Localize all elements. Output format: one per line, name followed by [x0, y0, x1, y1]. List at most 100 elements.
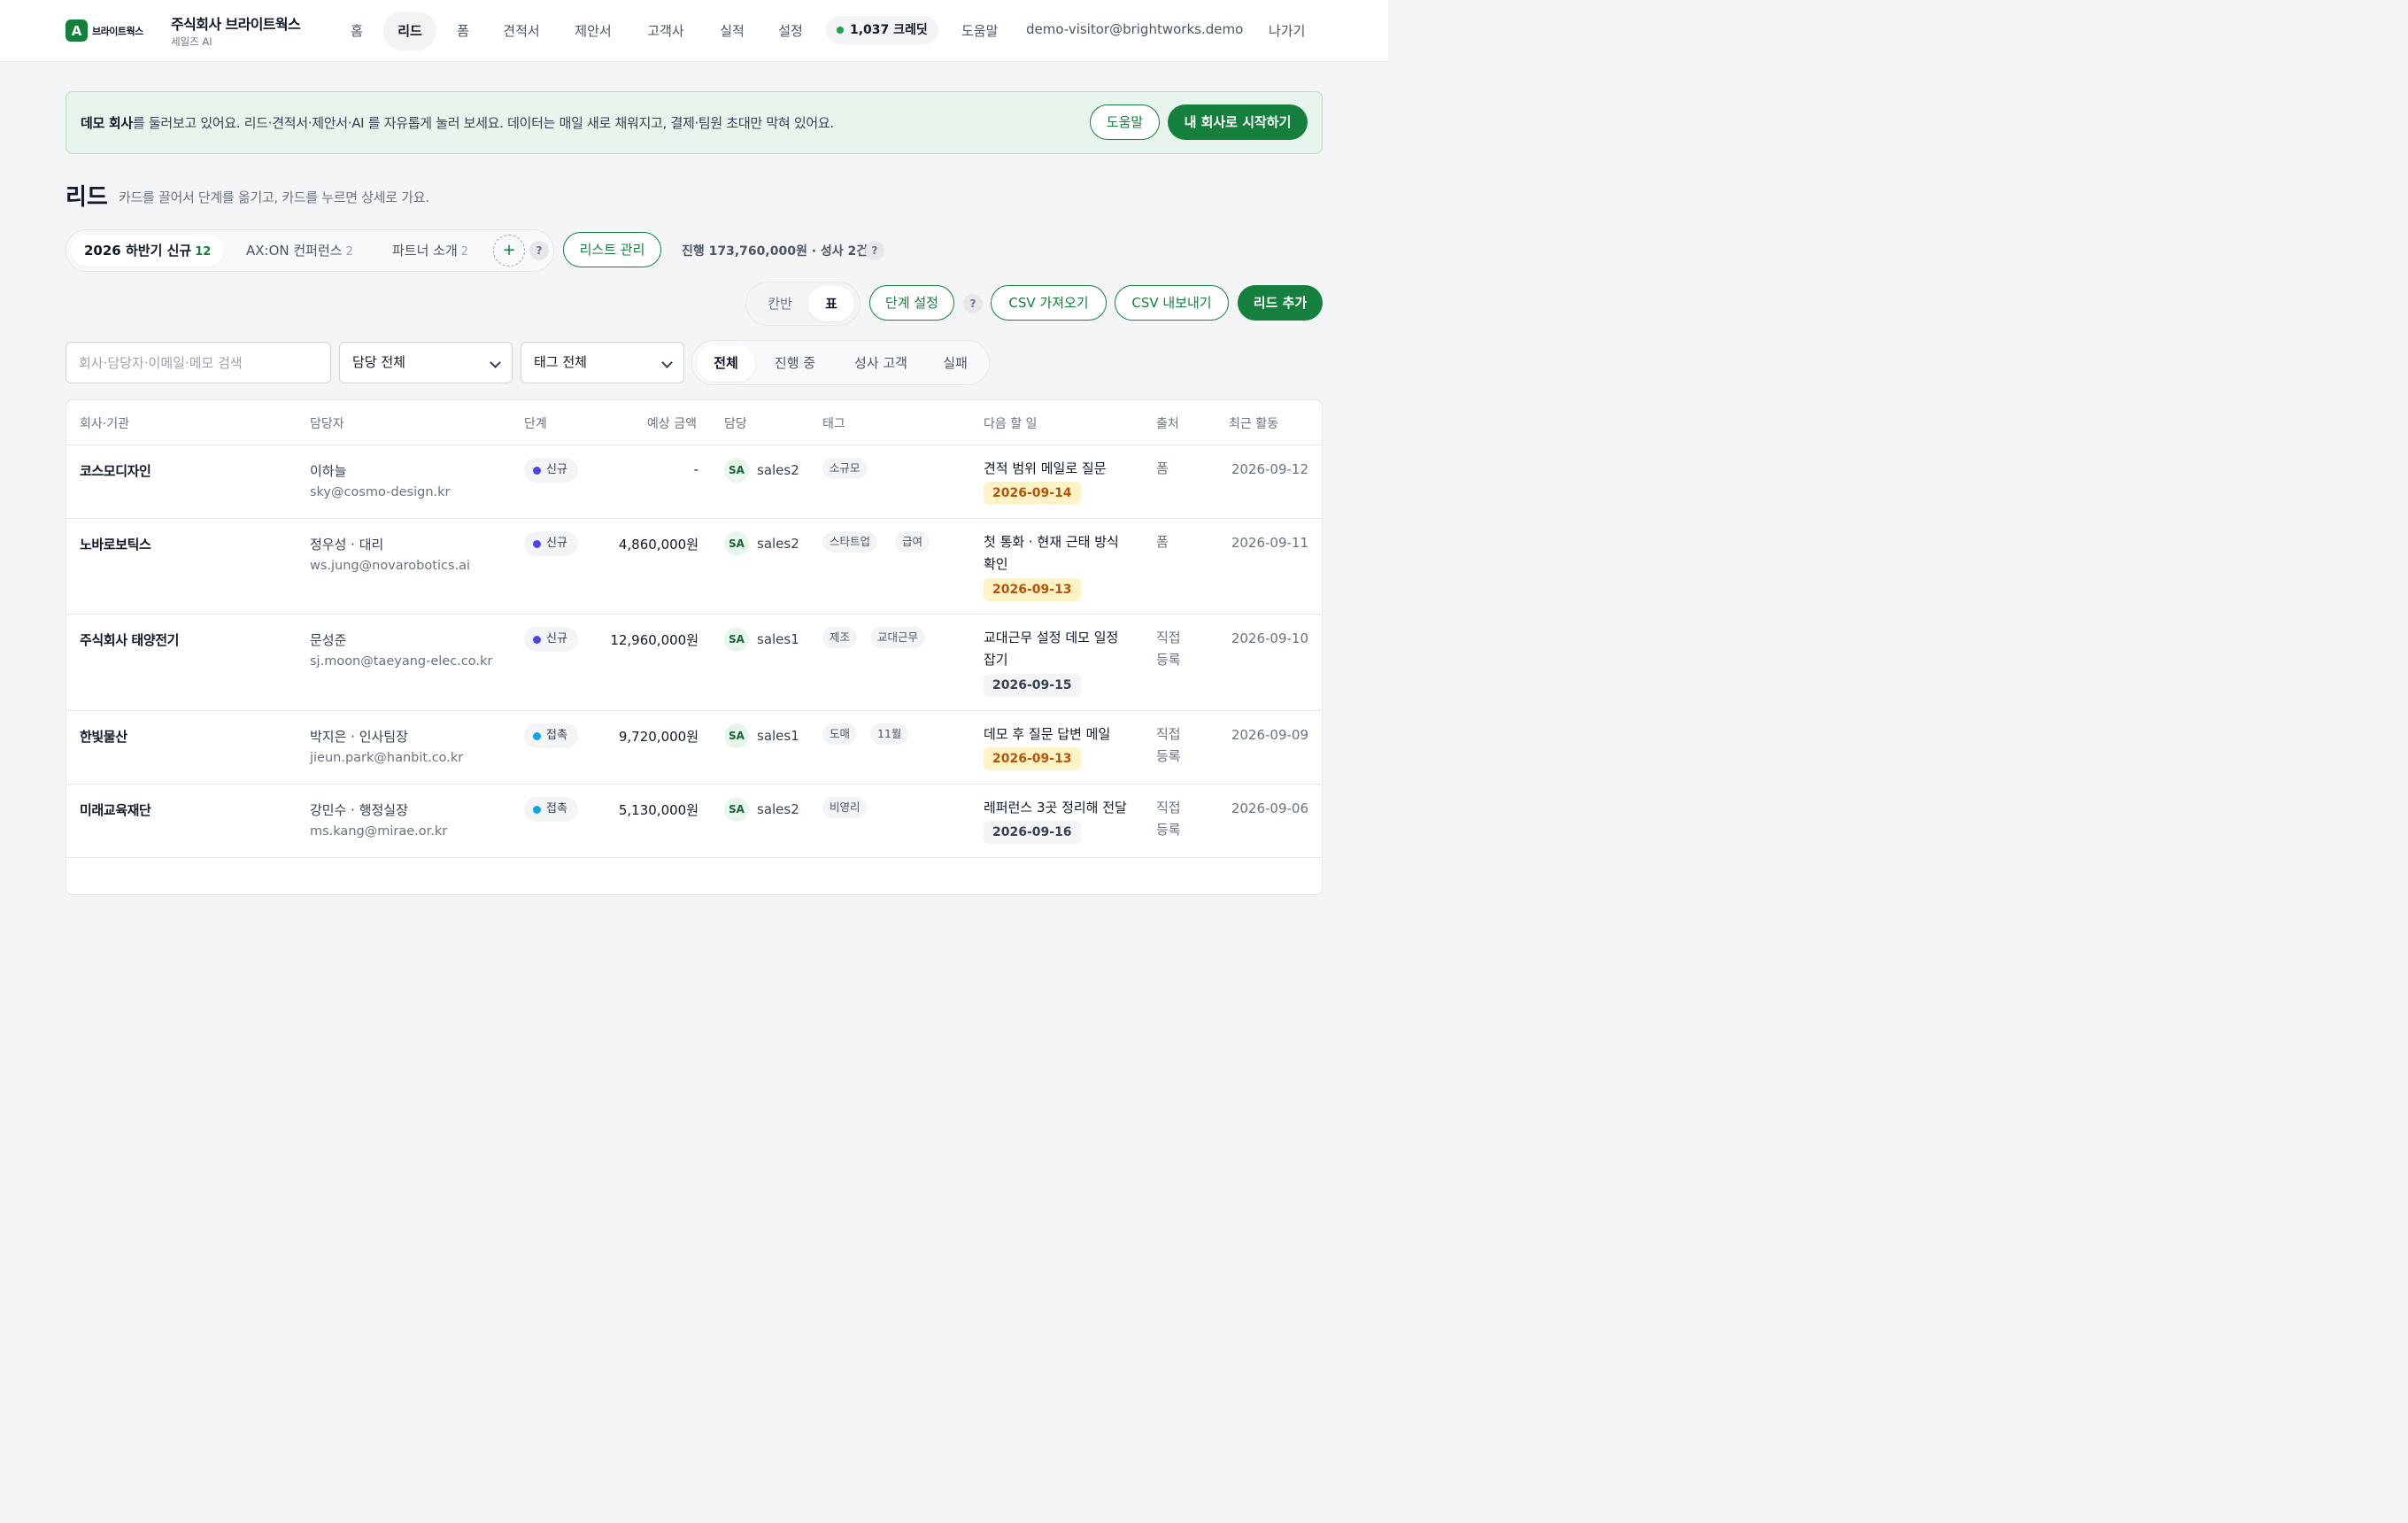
start-my-company-button[interactable]: 내 회사로 시작하기 — [1168, 104, 1308, 140]
company-name[interactable]: 주식회사 태양전기 — [80, 630, 179, 649]
tag-chip[interactable]: 비영리 — [822, 797, 868, 818]
csv-export-button[interactable]: CSV 내보내기 — [1115, 285, 1229, 321]
next-todo[interactable]: 레퍼런스 3곳 정리해 전달 — [984, 797, 1134, 819]
tag-chip[interactable]: 교대근무 — [870, 627, 926, 648]
nav-forms[interactable]: 폼 — [450, 12, 476, 50]
stage-settings-button[interactable]: 단계 설정 — [869, 285, 954, 321]
owner-filter-select[interactable]: 담당 전체 — [339, 342, 513, 383]
column-amount[interactable]: 예상 금액 — [647, 414, 697, 432]
contact-name: 문성준 — [310, 632, 347, 648]
tag-chip[interactable]: 제조 — [822, 627, 858, 648]
status-filter-lost[interactable]: 실패 — [933, 345, 977, 382]
tag-chip[interactable]: 소규모 — [822, 458, 868, 479]
status-filter-won[interactable]: 성사 고객 — [841, 345, 921, 382]
table-row[interactable]: 미래교육재단 강민수 · 행정실장 ms.kang@mirae.or.kr 접촉 5,1… — [66, 785, 1322, 858]
list-tab-partner-referral[interactable]: 파트너 소개 2 — [379, 235, 482, 267]
stage-badge[interactable]: 신규 — [524, 531, 578, 556]
stage-badge[interactable]: 접촉 — [524, 797, 578, 822]
column-tags[interactable]: 태그 — [822, 414, 845, 432]
credit-balance[interactable]: 1,037 크레딧 — [826, 16, 938, 44]
tag-filter-select[interactable]: 태그 전체 — [521, 342, 684, 383]
view-table-option[interactable]: 표 — [808, 286, 854, 321]
contact-email[interactable]: sj.moon@taeyang-elec.co.kr — [310, 654, 492, 669]
nav-proposals[interactable]: 제안서 — [570, 12, 616, 50]
tag-chip[interactable]: 도매 — [822, 723, 858, 745]
table-row[interactable]: 한빛물산 박지은 · 인사팀장 jieun.park@hanbit.co.kr 접촉 9… — [66, 711, 1322, 785]
nav-leads[interactable]: 리드 — [383, 12, 436, 50]
recent-activity: 2026-09-09 — [1231, 727, 1308, 743]
column-stage[interactable]: 단계 — [524, 414, 547, 432]
stage-help-icon[interactable]: ? — [963, 294, 983, 313]
list-manage-button[interactable]: 리스트 관리 — [563, 232, 661, 267]
status-filter-in-progress[interactable]: 진행 중 — [761, 345, 829, 382]
column-source[interactable]: 출처 — [1156, 414, 1179, 432]
table-row[interactable]: 주식회사 태양전기 문성준 sj.moon@taeyang-elec.co.kr 신규… — [66, 615, 1322, 711]
lead-search-input[interactable] — [66, 342, 331, 383]
stage-badge[interactable]: 접촉 — [524, 723, 578, 748]
nav-quotes[interactable]: 견적서 — [498, 12, 544, 50]
stage-label: 신규 — [546, 632, 567, 646]
tag-chip[interactable]: 11월 — [870, 723, 909, 745]
next-todo[interactable]: 교대근무 설정 데모 일정 잡기 — [984, 627, 1134, 671]
page-title: 리드 — [66, 184, 108, 211]
csv-import-button[interactable]: CSV 가져오기 — [991, 285, 1107, 321]
tag-chip[interactable]: 스타트업 — [822, 531, 878, 553]
top-help-link[interactable]: 도움말 — [961, 21, 998, 40]
table-header: 회사·기관 담당자 단계 예상 금액 담당 태그 다음 할 일 출처 최근 활동 — [66, 400, 1322, 445]
lead-source: 직접 등록 — [1156, 800, 1181, 838]
view-kanban-option[interactable]: 칸반 — [755, 286, 805, 321]
next-todo[interactable]: 데모 후 질문 답변 메일 — [984, 723, 1134, 746]
contact-name: 정우성 · 대리 — [310, 537, 384, 553]
owner-avatar: SA — [724, 797, 749, 822]
status-filter-all[interactable]: 전체 — [697, 345, 755, 382]
expected-amount: - — [693, 461, 698, 477]
next-todo[interactable]: 첫 통화 · 현재 근태 방식 확인 — [984, 531, 1134, 576]
column-company[interactable]: 회사·기관 — [80, 414, 129, 432]
organization-subtitle: 세일즈 AI — [171, 35, 212, 48]
list-help-icon[interactable]: ? — [529, 241, 549, 260]
banner-help-button[interactable]: 도움말 — [1090, 104, 1160, 140]
logout-link[interactable]: 나가기 — [1269, 21, 1305, 40]
column-contact[interactable]: 담당자 — [310, 414, 344, 432]
nav-performance[interactable]: 실적 — [717, 12, 747, 50]
stage-badge[interactable]: 신규 — [524, 627, 578, 652]
column-recent-activity[interactable]: 최근 활동 — [1229, 414, 1278, 432]
lead-source: 직접 등록 — [1156, 726, 1181, 764]
lead-source: 직접 등록 — [1156, 630, 1181, 668]
owner-name: sales2 — [757, 801, 799, 817]
table-row[interactable]: 노바로보틱스 정우성 · 대리 ws.jung@novarobotics.ai 신규 4… — [66, 519, 1322, 615]
contact-email[interactable]: ws.jung@novarobotics.ai — [310, 559, 470, 573]
user-email[interactable]: demo-visitor@brightworks.demo — [1026, 21, 1243, 37]
next-todo[interactable]: 견적 범위 메일로 질문 — [984, 458, 1134, 480]
column-next-todo[interactable]: 다음 할 일 — [984, 414, 1037, 432]
column-owner[interactable]: 담당 — [724, 414, 747, 432]
view-toggle: 칸반 표 — [745, 282, 861, 326]
due-date-badge: 2026-09-13 — [984, 578, 1081, 601]
nav-customers[interactable]: 고객사 — [643, 12, 689, 50]
company-name[interactable]: 코스모디자인 — [80, 461, 151, 480]
nav-home[interactable]: 홈 — [343, 12, 370, 50]
tag-chip[interactable]: 급여 — [895, 531, 930, 553]
stats-help-icon[interactable]: ? — [865, 241, 884, 260]
stage-badge[interactable]: 신규 — [524, 458, 578, 483]
lead-source: 폼 — [1156, 460, 1169, 476]
contact-email[interactable]: sky@cosmo-design.kr — [310, 485, 450, 499]
list-tab-count: 2 — [460, 245, 469, 259]
recent-activity: 2026-09-12 — [1231, 461, 1308, 477]
company-name[interactable]: 한빛물산 — [80, 727, 127, 746]
company-name[interactable]: 미래교육재단 — [80, 800, 151, 819]
add-lead-button[interactable]: 리드 추가 — [1238, 285, 1323, 321]
list-tab-h2-2026[interactable]: 2026 하반기 신규 12 — [71, 235, 225, 267]
table-row[interactable]: 코스모디자인 이하늘 sky@cosmo-design.kr 신규 - SA sales2 소… — [66, 445, 1322, 519]
organization-switcher[interactable]: 주식회사 브라이트웍스 세일즈 AI — [171, 12, 301, 49]
add-list-button[interactable]: + — [493, 235, 525, 267]
stage-dot — [533, 540, 541, 548]
lead-list-tabs: 2026 하반기 신규 12 AX:ON 컨퍼런스 2 파트너 소개 2 + ? — [66, 229, 554, 272]
contact-email[interactable]: ms.kang@mirae.or.kr — [310, 824, 447, 839]
contact-email[interactable]: jieun.park@hanbit.co.kr — [310, 751, 463, 765]
brand-logo[interactable]: A 브라이트웍스 — [66, 19, 143, 42]
list-tab-axon-conference[interactable]: AX:ON 컨퍼런스 2 — [233, 235, 367, 267]
nav-settings[interactable]: 설정 — [776, 12, 806, 50]
company-name[interactable]: 노바로보틱스 — [80, 535, 151, 553]
list-tab-count: 12 — [195, 245, 212, 259]
